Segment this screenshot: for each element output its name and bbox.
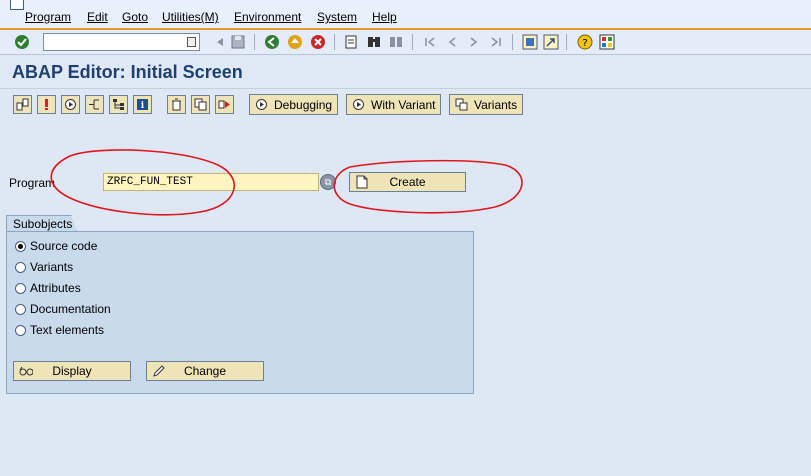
activate-icon[interactable] bbox=[37, 95, 56, 114]
radio-label: Documentation bbox=[30, 302, 111, 316]
radio-unselected-icon bbox=[15, 282, 26, 294]
command-field[interactable] bbox=[43, 33, 200, 51]
radio-documentation[interactable]: Documentation bbox=[15, 302, 111, 316]
debugging-label: Debugging bbox=[274, 97, 333, 112]
document-edit-icon[interactable] bbox=[10, 0, 24, 10]
command-input[interactable] bbox=[44, 34, 199, 50]
execute-variant-icon bbox=[353, 99, 364, 110]
enter-check-icon[interactable] bbox=[14, 34, 30, 50]
cancel-icon[interactable] bbox=[310, 34, 326, 50]
create-button[interactable]: Create bbox=[349, 172, 466, 192]
new-session-icon[interactable] bbox=[522, 34, 538, 50]
subobjects-group-title: Subobjects bbox=[6, 215, 77, 232]
delete-icon[interactable] bbox=[167, 95, 186, 114]
object-list-icon[interactable] bbox=[13, 95, 32, 114]
radio-label: Variants bbox=[30, 260, 74, 274]
radio-selected-icon bbox=[15, 240, 26, 252]
program-label: Program bbox=[9, 176, 56, 190]
variants-icon bbox=[455, 98, 468, 111]
svg-text:?: ? bbox=[582, 38, 587, 49]
rename-icon[interactable] bbox=[215, 95, 234, 114]
where-used-icon[interactable] bbox=[85, 95, 104, 114]
menu-edit[interactable]: Edit bbox=[87, 10, 108, 24]
left-arrow-icon[interactable] bbox=[212, 34, 228, 50]
history-dropdown-icon[interactable] bbox=[187, 37, 196, 47]
title-bar: ABAP Editor: Initial Screen bbox=[0, 56, 811, 89]
hierarchy-icon[interactable] bbox=[109, 95, 128, 114]
debugging-button[interactable]: Debugging bbox=[249, 94, 339, 115]
menu-goto[interactable]: Goto bbox=[122, 10, 148, 24]
menu-bar: Program Edit Goto Utilities(M) Environme… bbox=[0, 0, 811, 30]
radio-label: Source code bbox=[30, 239, 98, 253]
radio-unselected-icon bbox=[15, 324, 26, 336]
value-help-icon[interactable]: ⧉ bbox=[320, 174, 336, 190]
info-icon[interactable]: i bbox=[133, 95, 152, 114]
radio-label: Text elements bbox=[30, 323, 105, 337]
shortcut-icon[interactable] bbox=[543, 34, 559, 50]
copy-icon[interactable] bbox=[191, 95, 210, 114]
radio-variants[interactable]: Variants bbox=[15, 260, 73, 274]
with-variant-button[interactable]: With Variant bbox=[346, 94, 442, 115]
radio-attributes[interactable]: Attributes bbox=[15, 281, 81, 295]
menu-help[interactable]: Help bbox=[372, 10, 397, 24]
variants-button[interactable]: Variants bbox=[449, 94, 524, 115]
layout-menu-icon[interactable] bbox=[599, 34, 615, 50]
previous-page-icon[interactable] bbox=[444, 34, 460, 50]
exit-icon[interactable] bbox=[287, 34, 303, 50]
new-document-icon bbox=[355, 175, 369, 189]
program-value: ZRFC_FUN_TEST bbox=[107, 176, 193, 188]
application-toolbar: i Debugging With Variant Variants bbox=[0, 90, 811, 118]
menu-program[interactable]: Program bbox=[25, 10, 71, 24]
program-input[interactable]: ZRFC_FUN_TEST bbox=[103, 173, 319, 191]
next-page-icon[interactable] bbox=[466, 34, 482, 50]
radio-unselected-icon bbox=[15, 261, 26, 273]
menu-utilities[interactable]: Utilities(M) bbox=[162, 10, 219, 24]
first-page-icon[interactable] bbox=[422, 34, 438, 50]
radio-label: Attributes bbox=[30, 281, 81, 295]
page-title: ABAP Editor: Initial Screen bbox=[12, 62, 243, 82]
display-button[interactable]: Display bbox=[13, 361, 131, 381]
svg-text:i: i bbox=[141, 101, 145, 111]
menu-environment[interactable]: Environment bbox=[234, 10, 301, 24]
radio-source-code[interactable]: Source code bbox=[15, 239, 97, 253]
execute-icon[interactable] bbox=[61, 95, 80, 114]
save-icon[interactable] bbox=[230, 34, 246, 50]
radio-text-elements[interactable]: Text elements bbox=[15, 323, 104, 337]
change-button[interactable]: Change bbox=[146, 361, 264, 381]
pencil-icon bbox=[152, 364, 166, 378]
glasses-icon bbox=[19, 364, 33, 378]
help-icon[interactable]: ? bbox=[577, 34, 593, 50]
variants-label: Variants bbox=[474, 97, 518, 112]
find-next-icon[interactable] bbox=[388, 34, 404, 50]
standard-toolbar: ? bbox=[0, 30, 811, 55]
find-icon[interactable] bbox=[366, 34, 382, 50]
back-icon[interactable] bbox=[264, 34, 280, 50]
menu-system[interactable]: System bbox=[317, 10, 357, 24]
with-variant-label: With Variant bbox=[371, 97, 436, 112]
last-page-icon[interactable] bbox=[488, 34, 504, 50]
debug-icon bbox=[256, 99, 267, 110]
radio-unselected-icon bbox=[15, 303, 26, 315]
print-icon[interactable] bbox=[343, 34, 359, 50]
